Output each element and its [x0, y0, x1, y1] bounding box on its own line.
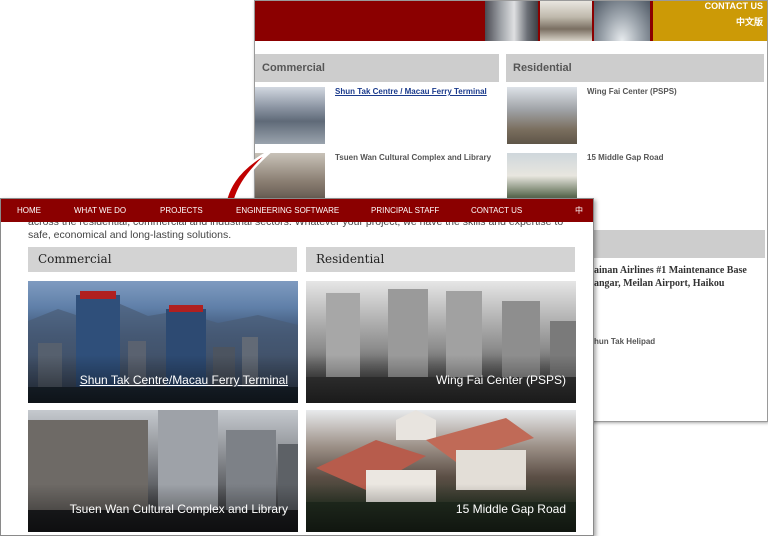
project-card-shun-tak[interactable]: Shun Tak Centre/Macau Ferry Terminal	[28, 281, 298, 403]
category-header-residential: Residential	[306, 247, 575, 272]
old-link-tsuen-wan[interactable]: Tsuen Wan Cultural Complex and Library	[335, 153, 491, 162]
project-card-middle-gap[interactable]: 15 Middle Gap Road	[306, 410, 576, 532]
nav-engineering-software[interactable]: ENGINEERING SOFTWARE	[236, 199, 339, 222]
old-text-hainan-line2[interactable]: angar, Meilan Airport, Haikou	[594, 278, 724, 289]
nav-home[interactable]: HOME	[17, 199, 41, 222]
old-thumb-shun-tak[interactable]	[255, 87, 325, 144]
old-text-helipad[interactable]: hun Tak Helipad	[594, 337, 655, 346]
intro-line-2: safe, economical and long-lasting soluti…	[28, 229, 232, 241]
nav-projects[interactable]: PROJECTS	[160, 199, 203, 222]
old-language-link[interactable]: 中文版	[736, 15, 763, 28]
project-title-wing-fai[interactable]: Wing Fai Center (PSPS)	[436, 373, 566, 387]
old-section-infrastructure	[585, 230, 765, 258]
nav-language-toggle[interactable]: 中	[575, 199, 583, 222]
new-website-screenshot: across the residential, commercial and i…	[0, 198, 594, 536]
old-contact-link[interactable]: CONTACT US	[705, 1, 763, 11]
old-header-photo-building	[540, 1, 592, 41]
old-header-gold-panel: CONTACT US 中文版	[653, 1, 767, 41]
old-header-photo-arch	[594, 1, 650, 41]
nav-what-we-do[interactable]: WHAT WE DO	[74, 199, 126, 222]
old-link-wing-fai[interactable]: Wing Fai Center (PSPS)	[587, 87, 677, 96]
project-card-tsuen-wan[interactable]: Tsuen Wan Cultural Complex and Library	[28, 410, 298, 532]
project-card-wing-fai[interactable]: Wing Fai Center (PSPS)	[306, 281, 576, 403]
old-link-shun-tak[interactable]: Shun Tak Centre / Macau Ferry Terminal	[335, 87, 487, 96]
nav-contact-us[interactable]: CONTACT US	[471, 199, 522, 222]
project-title-shun-tak[interactable]: Shun Tak Centre/Macau Ferry Terminal	[80, 373, 288, 387]
main-nav-bar: HOME WHAT WE DO PROJECTS ENGINEERING SOF…	[1, 199, 593, 222]
category-header-commercial: Commercial	[28, 247, 297, 272]
project-title-middle-gap[interactable]: 15 Middle Gap Road	[456, 502, 566, 516]
nav-principal-staff[interactable]: PRINCIPAL STAFF	[371, 199, 439, 222]
project-title-tsuen-wan[interactable]: Tsuen Wan Cultural Complex and Library	[70, 502, 288, 516]
old-header-banner: CONTACT US 中文版	[255, 1, 767, 41]
old-header-photo-tower	[485, 1, 538, 41]
old-section-commercial: Commercial	[255, 54, 499, 82]
old-text-hainan-line1[interactable]: ainan Airlines #1 Maintenance Base	[594, 265, 747, 276]
old-link-middle-gap[interactable]: 15 Middle Gap Road	[587, 153, 663, 162]
old-thumb-wing-fai[interactable]	[507, 87, 577, 144]
old-section-residential: Residential	[506, 54, 764, 82]
